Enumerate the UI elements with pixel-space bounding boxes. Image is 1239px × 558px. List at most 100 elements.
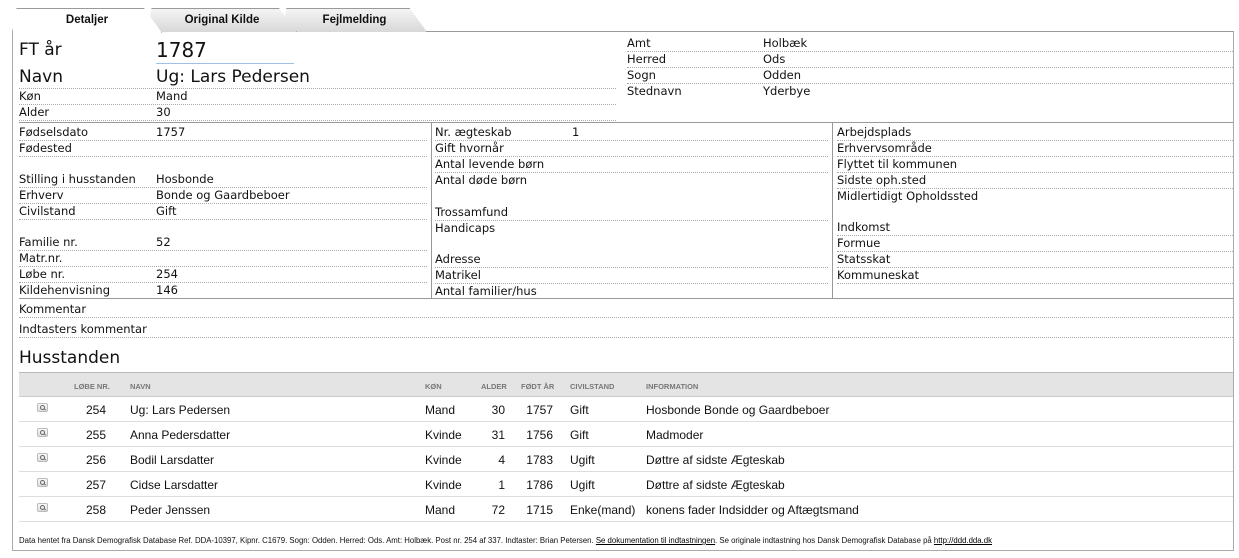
sogn-value: Odden	[763, 68, 802, 82]
amt-value: Holbæk	[763, 36, 808, 50]
cell-information: Madmoder	[646, 428, 704, 442]
cell-fodt-ar: 1715	[526, 503, 553, 517]
gift-row: Gift hvornår	[435, 141, 828, 157]
flyttet-label: Flyttet til kommunen	[837, 157, 958, 171]
kilde-label: Kildehenvisning	[19, 283, 111, 297]
erhverv-value: Bonde og Gaardbeboer	[156, 188, 290, 202]
familier-row: Antal familier/hus	[435, 284, 828, 300]
levende-label: Antal levende børn	[435, 157, 545, 171]
fodested-label: Fødested	[19, 141, 72, 155]
stilling-label: Stilling i husstanden	[19, 172, 136, 186]
ddd-link[interactable]: http://ddd.dda.dk	[934, 536, 992, 545]
herred-label: Herred	[627, 52, 667, 66]
cell-fodt-ar: 1783	[526, 453, 553, 467]
source-footer: Data hentet fra Dansk Demografisk Databa…	[19, 536, 992, 545]
arbejdsplads-row: Arbejdsplads	[837, 125, 1233, 141]
midl-row: Midlertidigt Opholdssted	[837, 189, 1233, 205]
formue-label: Formue	[837, 236, 881, 250]
flyttet-row: Flyttet til kommunen	[837, 157, 1233, 173]
ft-label: FT år	[19, 40, 62, 60]
herred-row: Herred Ods	[627, 52, 1233, 68]
cell-lobe-nr: 257	[85, 478, 106, 492]
familie-value: 52	[156, 235, 171, 249]
matrikel-row: Matrikel	[435, 268, 828, 284]
navn-value: Ug: Lars Pedersen	[156, 67, 310, 87]
cell-information: Døttre af sidste Ægteskab	[646, 453, 785, 467]
amt-row: Amt Holbæk	[627, 36, 1233, 52]
aegteskab-label: Nr. ægteskab	[435, 125, 512, 139]
tab-fejlmelding[interactable]: Fejlmelding	[282, 8, 427, 32]
civilstand-row: Civilstand Gift	[19, 204, 427, 220]
tro-row: Trossamfund	[435, 205, 828, 221]
cell-information: konens fader Indsidder og Aftægtsmand	[646, 503, 859, 517]
civilstand-label: Civilstand	[19, 204, 76, 218]
cell-navn: Cidse Larsdatter	[130, 478, 219, 492]
cell-lobe-nr: 256	[85, 453, 106, 467]
ft-underline	[156, 63, 294, 64]
kommuneskat-label: Kommuneskat	[837, 268, 920, 282]
magnifier-icon[interactable]	[37, 428, 48, 437]
cell-kon: Mand	[425, 503, 456, 517]
col-header-kon: KØN	[425, 382, 442, 391]
husstanden-title: Husstanden	[19, 348, 121, 368]
tro-label: Trossamfund	[435, 205, 509, 219]
sogn-row: Sogn Odden	[627, 68, 1233, 84]
magnifier-icon[interactable]	[37, 403, 48, 412]
arbejdsplads-label: Arbejdsplads	[837, 125, 912, 139]
cell-navn: Anna Pedersdatter	[130, 428, 231, 442]
navn-row: Navn Ug: Lars Pedersen	[19, 67, 616, 89]
table-row[interactable]: 254 Ug: Lars Pedersen Mand 30 1757 Gift …	[19, 397, 1233, 422]
cell-navn: Bodil Larsdatter	[130, 453, 215, 467]
cell-navn: Ug: Lars Pedersen	[130, 403, 231, 417]
grid-top-line	[19, 122, 1233, 123]
herred-value: Ods	[763, 52, 786, 66]
household-table-header: LØBE NR. NAVN KØN ALDER FØDT ÅR CIVILSTA…	[19, 372, 1233, 397]
cell-fodt-ar: 1757	[526, 403, 553, 417]
table-row[interactable]: 258 Peder Jenssen Mand 72 1715 Enke(mand…	[19, 497, 1233, 522]
tab-original-kilde[interactable]: Original Kilde	[147, 8, 297, 32]
statsskat-label: Statsskat	[837, 252, 891, 266]
fodested-row: Fødested	[19, 141, 427, 157]
aegteskab-row: Nr. ægteskab 1	[435, 125, 828, 141]
civilstand-value: Gift	[156, 204, 177, 218]
cell-navn: Peder Jenssen	[130, 503, 211, 517]
col-header-alder: ALDER	[481, 382, 507, 391]
tab-detaljer[interactable]: Detaljer	[12, 8, 162, 33]
sogn-label: Sogn	[627, 68, 656, 82]
aegteskab-value: 1	[572, 125, 580, 139]
magnifier-icon[interactable]	[37, 503, 48, 512]
col-header-lobe-nr: LØBE NR.	[74, 382, 110, 391]
formue-row: Formue	[837, 236, 1233, 252]
tab-bar: Detaljer Original Kilde Fejlmelding	[12, 8, 427, 33]
grid-divider-2	[832, 122, 833, 299]
handicaps-label: Handicaps	[435, 221, 496, 235]
cell-alder: 1	[498, 478, 505, 492]
kilde-value: 146	[156, 283, 178, 297]
dode-label: Antal døde børn	[435, 173, 528, 187]
kon-value: Mand	[156, 89, 188, 103]
cell-kon: Kvinde	[425, 478, 462, 492]
documentation-link[interactable]: Se dokumentation til indtastningen	[596, 536, 715, 545]
footer-text-1: Data hentet fra Dansk Demografisk Databa…	[19, 536, 596, 545]
cell-civilstand: Gift	[570, 428, 589, 442]
midl-label: Midlertidigt Opholdssted	[837, 189, 979, 203]
cell-lobe-nr: 258	[85, 503, 106, 517]
cell-civilstand: Ugift	[570, 453, 595, 467]
table-row[interactable]: 255 Anna Pedersdatter Kvinde 31 1756 Gif…	[19, 422, 1233, 447]
cell-civilstand: Enke(mand)	[570, 503, 636, 517]
col-header-information: INFORMATION	[646, 382, 699, 391]
navn-label: Navn	[19, 67, 63, 87]
adresse-label: Adresse	[435, 252, 481, 266]
table-row[interactable]: 256 Bodil Larsdatter Kvinde 4 1783 Ugift…	[19, 447, 1233, 472]
matr-label: Matr.nr.	[19, 251, 63, 265]
magnifier-icon[interactable]	[37, 478, 48, 487]
dode-row: Antal døde børn	[435, 173, 828, 189]
amt-label: Amt	[627, 36, 651, 50]
lobe-row: Løbe nr. 254	[19, 267, 427, 283]
sidste-row: Sidste oph.sted	[837, 173, 1233, 189]
magnifier-icon[interactable]	[37, 453, 48, 462]
familie-label: Familie nr.	[19, 235, 78, 249]
familie-row: Familie nr. 52	[19, 235, 427, 251]
col-header-fodt-ar: FØDT ÅR	[521, 382, 555, 391]
table-row[interactable]: 257 Cidse Larsdatter Kvinde 1 1786 Ugift…	[19, 472, 1233, 497]
